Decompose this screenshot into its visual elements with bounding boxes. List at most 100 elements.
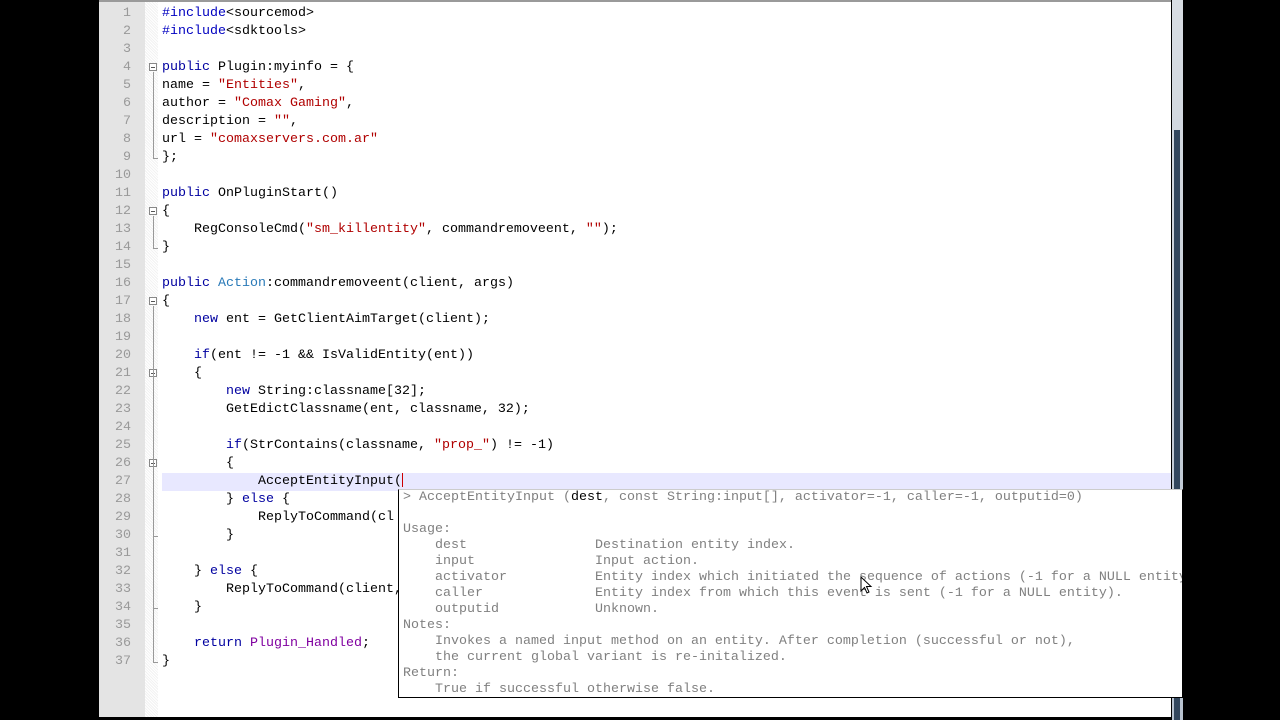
token-type: Action bbox=[218, 276, 266, 291]
code-line[interactable]: 26 { bbox=[99, 455, 1171, 473]
calltip-param: caller Entity index from which this event… bbox=[435, 586, 1182, 602]
code-text: GetEdictClassname(ent, classname, 32); bbox=[162, 401, 1171, 419]
code-text: if(ent != -1 && IsValidEntity(ent)) bbox=[162, 347, 1171, 365]
code-line[interactable]: 17 { bbox=[99, 293, 1171, 311]
line-number: 10 bbox=[115, 168, 131, 183]
code-line[interactable]: 11 public OnPluginStart() bbox=[99, 185, 1171, 203]
code-line[interactable]: 2 #include<sdktools> bbox=[99, 23, 1171, 41]
code-line[interactable]: 25 if(StrContains(classname, "prop_") !=… bbox=[99, 437, 1171, 455]
code-line[interactable]: 24 bbox=[99, 419, 1171, 437]
token: <sourcemod> bbox=[226, 6, 314, 21]
notes-line: Invokes a named input method on an entit… bbox=[435, 634, 1075, 649]
line-number: 7 bbox=[123, 114, 131, 129]
code-line[interactable]: 10 bbox=[99, 167, 1171, 185]
fold-guide bbox=[153, 468, 154, 536]
fold-toggle-icon[interactable] bbox=[149, 63, 157, 71]
token-kw: public bbox=[162, 60, 210, 75]
usage-label: Usage: bbox=[403, 522, 451, 537]
signature-prefix: > AcceptEntityInput ( bbox=[403, 490, 571, 505]
param-name: caller bbox=[435, 586, 483, 601]
token-kw: new bbox=[194, 312, 218, 327]
code-line[interactable]: 23 GetEdictClassname(ent, classname, 32)… bbox=[99, 401, 1171, 419]
line-number: 16 bbox=[115, 276, 131, 291]
line-number: 33 bbox=[115, 582, 131, 597]
code-line[interactable]: 5 name = "Entities", bbox=[99, 77, 1171, 95]
fold-toggle-icon[interactable] bbox=[149, 297, 157, 305]
code-text: public Plugin:myinfo = { bbox=[162, 59, 1171, 77]
code-line[interactable]: 7 description = "", bbox=[99, 113, 1171, 131]
line-number: 25 bbox=[115, 438, 131, 453]
line-number: 21 bbox=[115, 366, 131, 381]
token: ReplyToCommand(client, bbox=[162, 582, 402, 597]
code-text: } bbox=[162, 239, 1171, 257]
code-text: }; bbox=[162, 149, 1171, 167]
line-number: 6 bbox=[123, 96, 131, 111]
line-number: 4 bbox=[123, 60, 131, 75]
param-name: dest bbox=[435, 538, 467, 553]
line-number: 34 bbox=[115, 600, 131, 615]
code-line[interactable]: 4 public Plugin:myinfo = { bbox=[99, 59, 1171, 77]
token-str: "" bbox=[585, 222, 602, 237]
code-text: { bbox=[162, 203, 1171, 221]
code-line[interactable]: 3 bbox=[99, 41, 1171, 59]
code-line[interactable]: 13 RegConsoleCmd("sm_killentity", comman… bbox=[99, 221, 1171, 239]
code-line[interactable]: 9}; bbox=[99, 149, 1171, 167]
token: { bbox=[162, 456, 234, 471]
token: author = bbox=[162, 96, 234, 111]
param-description: Entity index from which this event is se… bbox=[595, 586, 1123, 601]
token: } bbox=[162, 654, 170, 669]
code-text: { bbox=[162, 365, 1171, 383]
line-number: 1 bbox=[123, 6, 131, 21]
token-kw: if bbox=[194, 348, 210, 363]
calltip-param: activator Entity index which initiated th… bbox=[435, 570, 1182, 586]
code-line[interactable]: 15 bbox=[99, 257, 1171, 275]
code-line[interactable]: 22 new String:classname[32]; bbox=[99, 383, 1171, 401]
code-line[interactable]: 21 { bbox=[99, 365, 1171, 383]
code-line[interactable]: 18 new ent = GetClientAimTarget(client); bbox=[99, 311, 1171, 329]
signature-suffix: , const String:input[], activator=-1, ca… bbox=[602, 490, 1083, 505]
code-line[interactable]: 6 author = "Comax Gaming", bbox=[99, 95, 1171, 113]
code-line[interactable]: 19 bbox=[99, 329, 1171, 347]
line-number: 32 bbox=[115, 564, 131, 579]
code-line[interactable]: 12 { bbox=[99, 203, 1171, 221]
line-number: 22 bbox=[115, 384, 131, 399]
token-str: "Entities" bbox=[218, 78, 298, 93]
token-kw: if bbox=[226, 438, 242, 453]
code-line[interactable]: 14} bbox=[99, 239, 1171, 257]
fold-guide bbox=[153, 216, 154, 248]
code-text: public Action:commandremoveent(client, a… bbox=[162, 275, 1171, 293]
code-line[interactable]: 20 if(ent != -1 && IsValidEntity(ent)) bbox=[99, 347, 1171, 365]
token: ReplyToCommand(cl bbox=[162, 510, 394, 525]
token-str: "Comax Gaming" bbox=[233, 96, 346, 111]
token: ; bbox=[361, 636, 370, 651]
calltip-param: input Input action. bbox=[435, 554, 1182, 570]
token: }; bbox=[162, 150, 178, 165]
token-kw: else bbox=[210, 564, 242, 579]
fold-toggle-icon[interactable] bbox=[149, 207, 157, 215]
fold-end-marker bbox=[153, 248, 158, 249]
return-label: Return: bbox=[403, 666, 459, 681]
token-kw: new bbox=[226, 384, 250, 399]
code-line[interactable]: 1 #include<sourcemod> bbox=[99, 5, 1171, 23]
param-description: Input action. bbox=[595, 554, 699, 569]
code-text: name = "Entities", bbox=[162, 77, 1171, 95]
token: AcceptEntityInput( bbox=[162, 474, 402, 489]
signature-current-param: dest bbox=[570, 490, 603, 505]
token-kw: else bbox=[241, 492, 274, 507]
line-number: 37 bbox=[115, 654, 131, 669]
token: (StrContains(classname, bbox=[242, 438, 434, 453]
token: ); bbox=[601, 222, 618, 237]
code-line[interactable]: 8 url = "comaxservers.com.ar" bbox=[99, 131, 1171, 149]
token: { bbox=[273, 492, 290, 507]
line-number: 20 bbox=[115, 348, 131, 363]
token: } bbox=[162, 564, 210, 579]
calltip-param: dest Destination entity index. bbox=[435, 538, 1182, 554]
line-number: 17 bbox=[115, 294, 131, 309]
token: name = bbox=[162, 78, 218, 93]
token-pp: #include bbox=[162, 6, 226, 21]
line-number: 26 bbox=[115, 456, 131, 471]
code-line[interactable]: 16 public Action:commandremoveent(client,… bbox=[99, 275, 1171, 293]
